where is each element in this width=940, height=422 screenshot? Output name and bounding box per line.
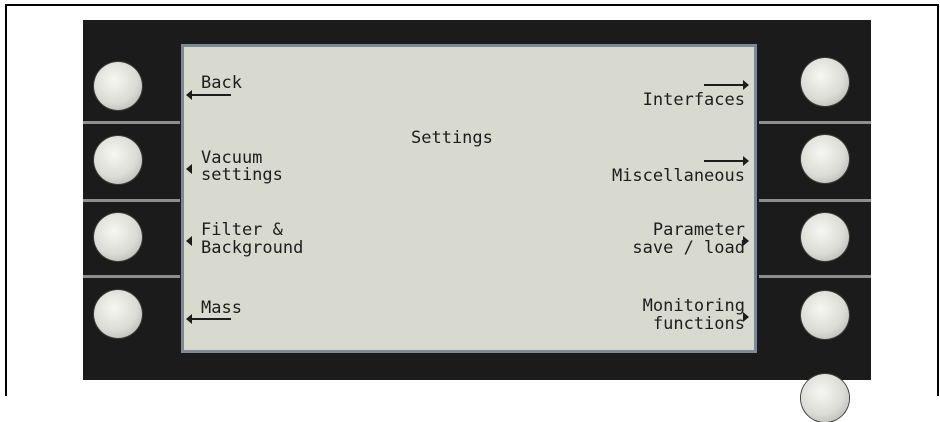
menu-item-parameter-line1: Parameter: [652, 220, 745, 240]
arrow-line: [704, 160, 744, 162]
lcd-screen: Settings Back Vacuum settings Filter & B…: [181, 44, 757, 353]
left-softkey-2[interactable]: [94, 136, 142, 184]
right-softkey-3[interactable]: [801, 213, 849, 261]
right-softkey-4[interactable]: [801, 291, 849, 339]
left-arrow-icon: [186, 236, 192, 246]
arrow-line: [704, 84, 744, 86]
right-divider-2: [759, 199, 871, 202]
right-arrow-icon: [743, 156, 749, 166]
screen-title: Settings: [411, 128, 493, 148]
right-softkey-2[interactable]: [801, 135, 849, 183]
right-softkey-1[interactable]: [801, 58, 849, 106]
right-divider-1: [759, 121, 871, 124]
left-softkey-1[interactable]: [94, 62, 142, 110]
menu-item-misc-label: Miscellaneous: [611, 166, 745, 186]
arrow-line: [191, 94, 231, 96]
left-arrow-icon: [186, 164, 192, 174]
menu-item-filter-line1: Filter &: [201, 220, 283, 240]
menu-item-filter-line2: Background: [201, 238, 304, 258]
arrow-line: [191, 318, 231, 320]
menu-item-interfaces-label: Interfaces: [642, 90, 745, 110]
left-softkey-4[interactable]: [94, 290, 142, 338]
right-softkey-partial: [801, 374, 849, 422]
left-divider-1: [83, 121, 180, 124]
left-divider-2: [83, 199, 180, 202]
right-arrow-icon: [743, 80, 749, 90]
device-panel: Settings Back Vacuum settings Filter & B…: [83, 20, 871, 422]
menu-item-parameter-line2: save / load: [632, 238, 745, 258]
menu-item-back-label: Back: [201, 73, 242, 93]
menu-item-vacuum-line2: settings: [201, 165, 283, 185]
menu-item-monitoring-line2: functions: [652, 314, 745, 334]
left-divider-3: [83, 275, 180, 278]
left-softkey-3[interactable]: [94, 213, 142, 261]
menu-item-mass-label: Mass: [201, 298, 242, 318]
menu-item-monitoring-line1: Monitoring: [642, 296, 745, 316]
right-divider-3: [759, 275, 871, 278]
